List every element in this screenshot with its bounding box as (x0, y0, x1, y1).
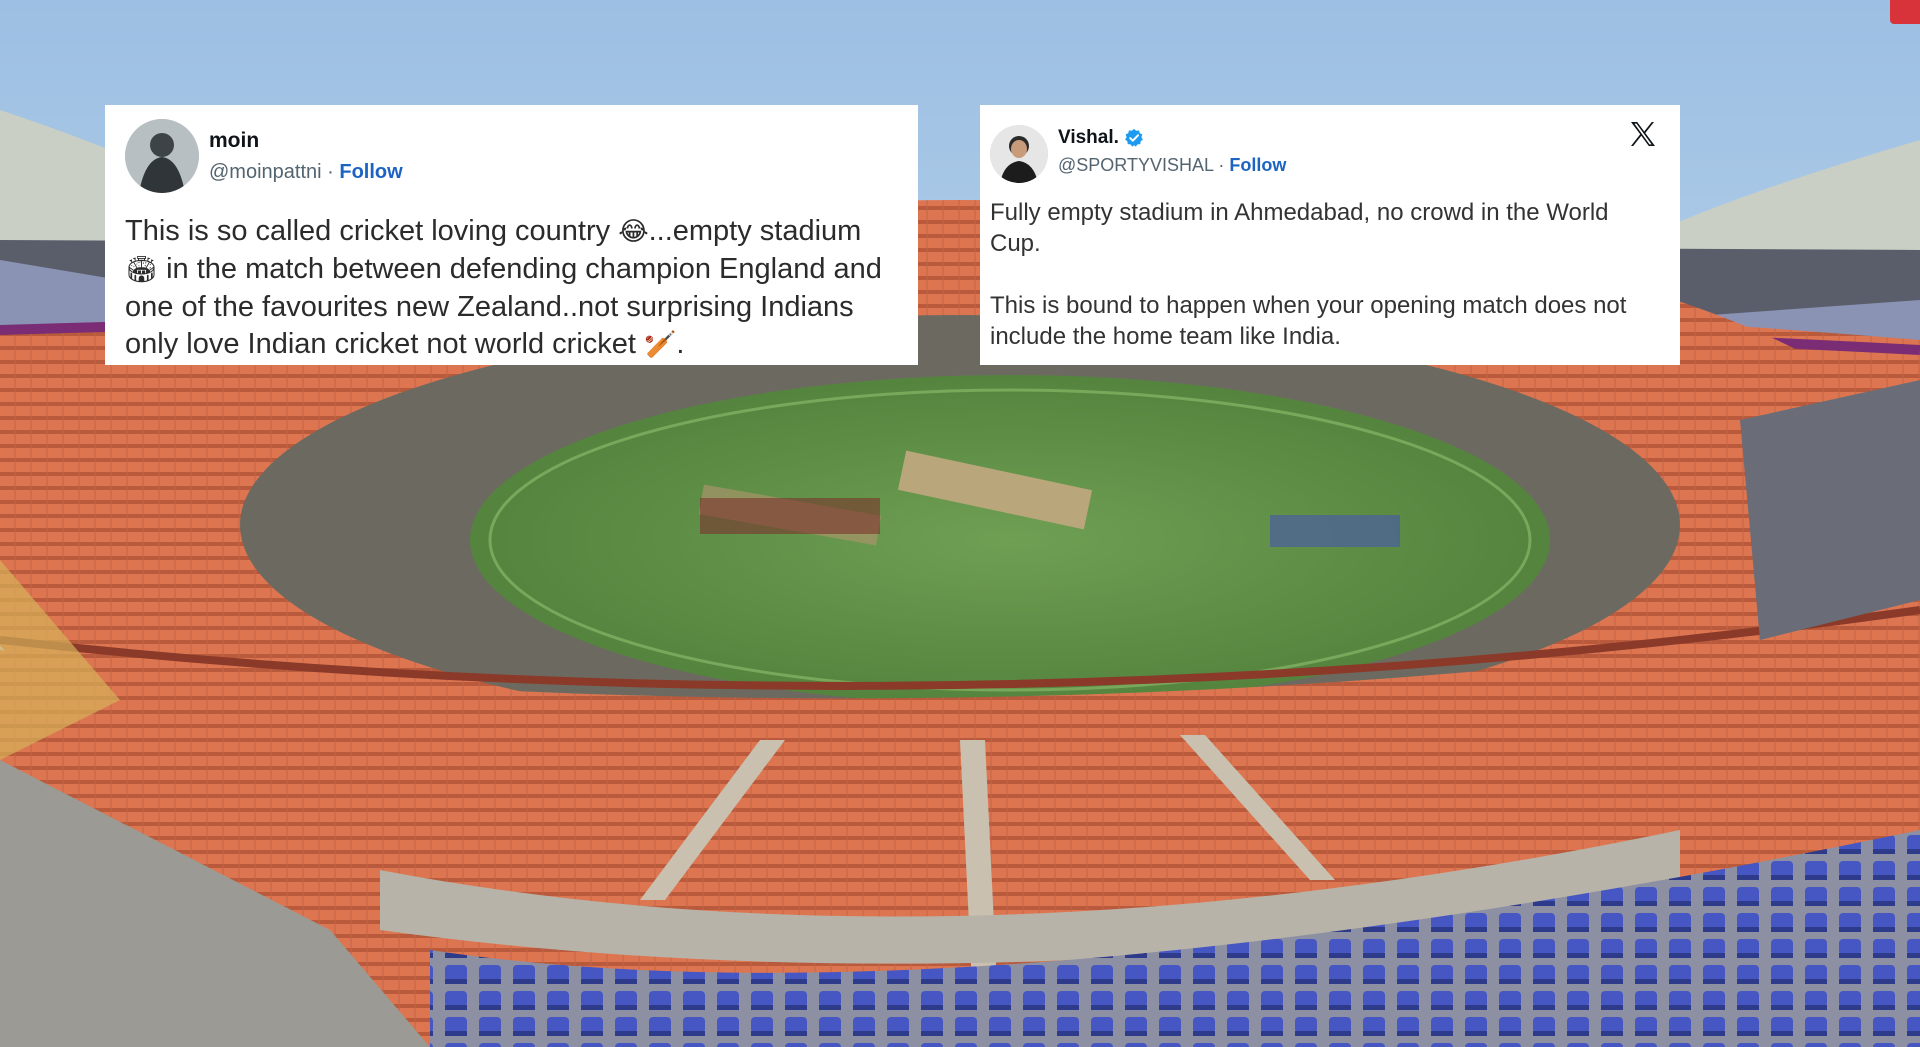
tweet-header: Vishal. @SPORTYVISHAL · Follow (990, 119, 1664, 183)
handle[interactable]: @moinpattni (209, 161, 322, 183)
laughing-emoji-icon: 😂 (618, 217, 649, 247)
handle-row: @moinpattni · Follow (209, 161, 403, 184)
stadium-emoji-icon: 🏟 (125, 255, 159, 285)
tweet-paragraph: Fully empty stadium in Ahmedabad, no cro… (990, 199, 1609, 257)
tweet-text: Fully empty stadium in Ahmedabad, no cro… (990, 197, 1664, 352)
avatar[interactable] (125, 119, 199, 193)
follow-button[interactable]: Follow (1229, 155, 1286, 175)
separator-dot: · (1218, 154, 1225, 175)
tweet-text-part: . (676, 328, 685, 360)
author-names: Vishal. @SPORTYVISHAL · Follow (1058, 127, 1286, 176)
x-logo-icon[interactable] (1628, 119, 1658, 149)
handle[interactable]: @SPORTYVISHAL (1058, 155, 1213, 175)
author-names: moin @moinpattni · Follow (209, 129, 403, 184)
follow-button[interactable]: Follow (339, 161, 402, 183)
tweet-text-part: ...empty stadium (648, 215, 862, 247)
tweet-text-part: in the match between defending champion … (125, 253, 882, 360)
display-name[interactable]: Vishal. (1058, 127, 1286, 149)
tweet-header: moin @moinpattni · Follow (125, 119, 902, 193)
handle-row: @SPORTYVISHAL · Follow (1058, 155, 1286, 176)
tweet-card-moin: moin @moinpattni · Follow This is so cal… (105, 105, 918, 365)
display-name[interactable]: moin (209, 129, 403, 153)
corner-badge (1890, 0, 1920, 24)
display-name-text: Vishal. (1058, 126, 1119, 148)
tweet-card-vishal: Vishal. @SPORTYVISHAL · Follow Fully emp… (980, 105, 1680, 365)
tweet-text: This is so called cricket loving country… (125, 213, 902, 364)
avatar[interactable] (990, 125, 1048, 183)
cricket-bat-emoji-icon: 🏏 (644, 330, 677, 360)
separator-dot: · (327, 160, 334, 183)
stadium-scene: moin @moinpattni · Follow This is so cal… (0, 0, 1920, 1047)
verified-badge-icon (1125, 128, 1143, 147)
tweet-text-part: This is so called cricket loving country (125, 215, 619, 247)
tweet-paragraph: This is bound to happen when your openin… (990, 292, 1627, 350)
